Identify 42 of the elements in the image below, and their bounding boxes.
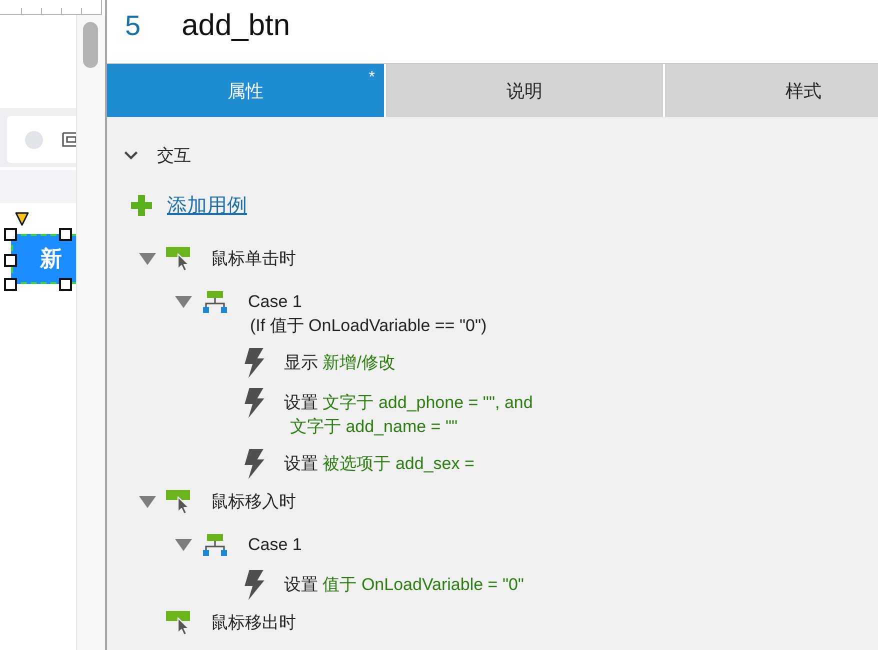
chevron-down-icon[interactable] <box>124 150 138 160</box>
add-case-link[interactable]: 添加用例 <box>167 192 247 218</box>
resize-handle[interactable] <box>4 254 17 267</box>
branch-icon <box>203 534 227 556</box>
cursor-event-icon <box>166 490 190 514</box>
resize-handle[interactable] <box>4 228 17 241</box>
action-description[interactable]: 设置 文字于 add_phone = "", and 文字于 add_name = "" <box>284 388 533 439</box>
triangle-marker-icon <box>15 212 29 226</box>
lightning-icon <box>242 449 266 479</box>
resize-handle[interactable] <box>59 278 72 291</box>
resize-handle[interactable] <box>59 228 72 241</box>
lightning-icon <box>242 348 266 378</box>
scrollbar[interactable] <box>76 15 105 650</box>
section-title: 交互 <box>157 144 191 166</box>
event-label[interactable]: 鼠标移入时 <box>211 487 296 514</box>
action-description[interactable]: 显示 新增/修改 <box>284 348 396 375</box>
branch-icon <box>203 291 227 313</box>
expand-triangle-icon[interactable] <box>174 539 192 551</box>
tab[interactable]: 属性 * <box>107 64 384 117</box>
cursor-event-icon <box>166 247 190 271</box>
case-condition: (If 值于 OnLoadVariable == "0") <box>250 315 487 337</box>
circle-icon <box>25 130 43 148</box>
scrollbar-thumb[interactable] <box>83 22 98 68</box>
widget-name: add_btn <box>182 8 290 44</box>
case-label[interactable]: Case 1 <box>248 287 487 314</box>
lightning-icon <box>242 570 266 600</box>
expand-triangle-icon[interactable] <box>174 296 192 308</box>
plus-icon <box>131 194 152 216</box>
case-label[interactable]: Case 1 <box>248 530 302 557</box>
unsaved-marker: * <box>368 70 375 86</box>
event-label[interactable]: 鼠标单击时 <box>211 244 296 271</box>
tab[interactable]: 说明 <box>386 64 663 117</box>
tab[interactable]: 样式 <box>665 64 878 117</box>
action-description[interactable]: 设置 被选项于 add_sex = <box>284 449 474 476</box>
expand-triangle-icon[interactable] <box>138 496 156 508</box>
resize-handle[interactable] <box>4 278 17 291</box>
event-label[interactable]: 鼠标移出时 <box>211 608 296 635</box>
action-description[interactable]: 设置 值于 OnLoadVariable = "0" <box>284 570 524 597</box>
cursor-event-icon <box>166 611 190 635</box>
expand-triangle-icon[interactable] <box>138 253 156 265</box>
lightning-icon <box>242 388 266 418</box>
widget-number: 5 <box>125 9 141 43</box>
